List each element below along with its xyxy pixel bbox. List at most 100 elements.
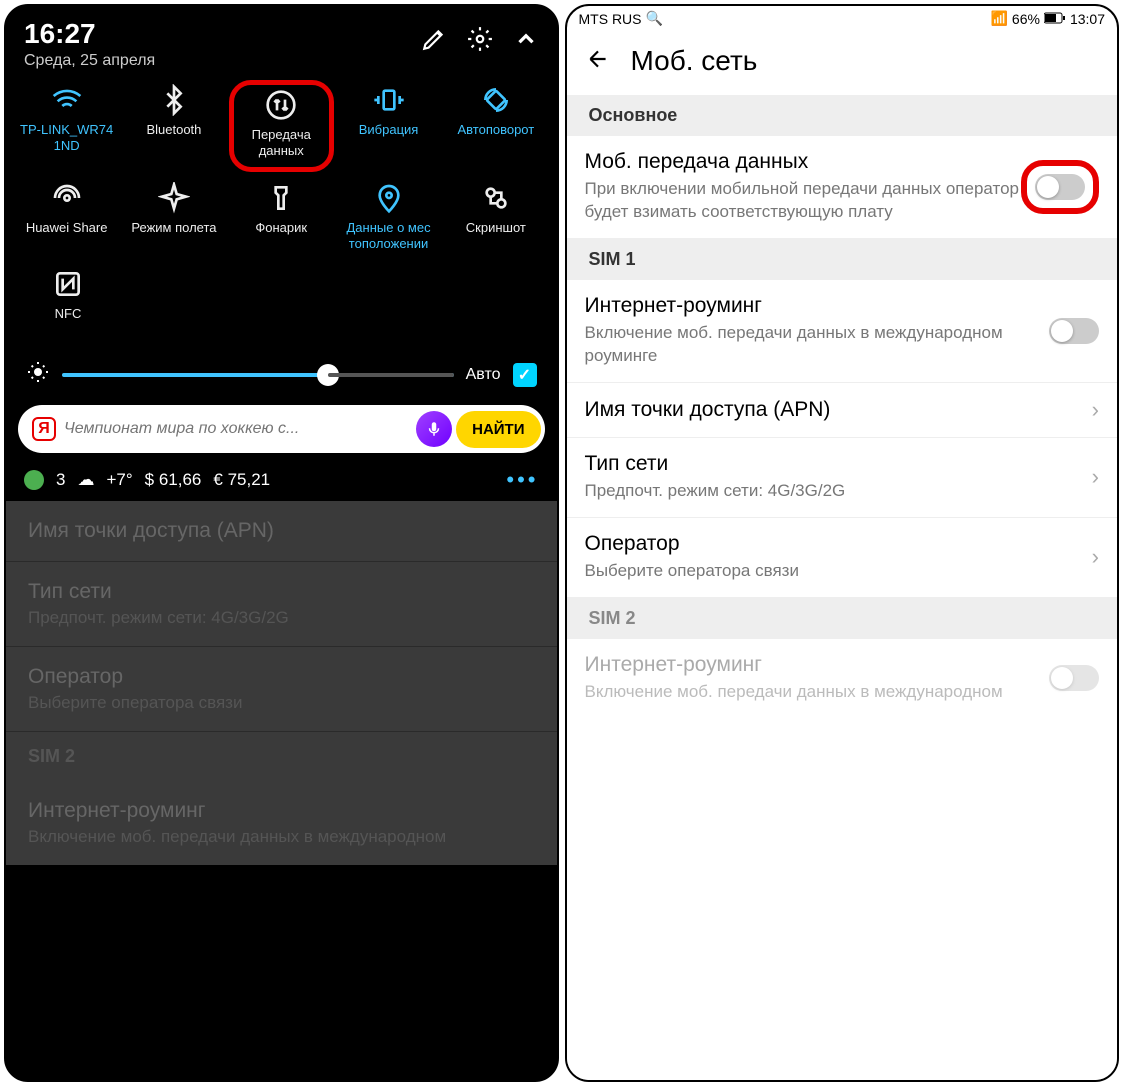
status-bar: MTS RUS 🔍 📶 66% 13:07: [567, 6, 1118, 31]
temperature: +7°: [106, 470, 132, 490]
item-text: Имя точки доступа (APN): [585, 398, 1092, 422]
auto-brightness-label: Авто: [466, 366, 501, 384]
mobile-data-toggle[interactable]: [1035, 174, 1085, 200]
tile-wifi[interactable]: TP-LINK_WR74 1ND: [14, 80, 119, 172]
quick-settings-row2: Huawei Share Режим полета Фонарик Данные…: [6, 172, 557, 264]
wifi-icon: [51, 84, 83, 116]
item-text: Тип сети Предпочт. режим сети: 4G/3G/2G: [585, 452, 1092, 503]
roaming-sim1-item[interactable]: Интернет-роуминг Включение моб. передачи…: [567, 280, 1118, 383]
section-main: Основное: [567, 95, 1118, 136]
phone-left-notification-panel: 16:27 Среда, 25 апреля TP-LINK_WR74 1ND …: [4, 4, 559, 1082]
signal-icon: 📶: [990, 10, 1007, 27]
find-button[interactable]: НАЙТИ: [456, 411, 540, 448]
item-text: Моб. передача данных При включении мобил…: [585, 150, 1022, 224]
search-input[interactable]: [56, 420, 416, 438]
voice-search-icon[interactable]: [416, 411, 452, 447]
item-title: Оператор: [28, 665, 535, 689]
status-bar: 16:27 Среда, 25 апреля: [6, 6, 557, 74]
item-subtitle: Выберите оператора связи: [585, 560, 1092, 583]
airplane-icon: [158, 182, 190, 214]
auto-brightness-checkbox[interactable]: ✓: [513, 363, 537, 387]
item-title: Интернет-роуминг: [585, 294, 1050, 318]
weather-icon: ☁: [77, 470, 94, 490]
operator-item[interactable]: Оператор Выберите оператора связи ›: [567, 518, 1118, 598]
roaming-sim1-toggle[interactable]: [1049, 318, 1099, 344]
operator-dimmed: Оператор Выберите оператора связи: [6, 647, 557, 732]
date-label: Среда, 25 апреля: [24, 52, 155, 70]
yandex-search-bar: Я НАЙТИ: [18, 405, 545, 453]
page-header: Моб. сеть: [567, 31, 1118, 95]
flashlight-icon: [265, 182, 297, 214]
screenshot-icon: [480, 182, 512, 214]
item-subtitle: Включение моб. передачи данных в междуна…: [585, 322, 1050, 368]
search-icon: 🔍: [646, 10, 663, 27]
chevron-up-icon[interactable]: [513, 26, 539, 57]
battery-icon: [1044, 11, 1066, 27]
tile-auto-rotate[interactable]: Автоповорот: [443, 80, 548, 172]
item-text: Интернет-роуминг Включение моб. передачи…: [585, 294, 1050, 368]
vibration-icon: [373, 84, 405, 116]
tile-label: Автоповорот: [457, 122, 534, 138]
item-subtitle: При включении мобильной передачи данных …: [585, 178, 1022, 224]
roaming-sim2-item: Интернет-роуминг Включение моб. передачи…: [567, 639, 1118, 718]
item-text: Оператор Выберите оператора связи: [585, 532, 1092, 583]
item-subtitle: Включение моб. передачи данных в междуна…: [585, 681, 1050, 704]
tile-screenshot[interactable]: Скриншот: [443, 178, 548, 264]
tile-label: TP-LINK_WR74 1ND: [20, 122, 113, 153]
chevron-right-icon: ›: [1092, 544, 1099, 570]
more-icon[interactable]: •••: [506, 467, 538, 493]
tile-mobile-data[interactable]: Передача данных: [229, 80, 334, 172]
carrier-label: MTS RUS: [579, 11, 642, 27]
item-subtitle: Выберите оператора связи: [28, 693, 535, 713]
chevron-right-icon: ›: [1092, 397, 1099, 423]
item-title: Оператор: [585, 532, 1092, 556]
share-icon: [51, 182, 83, 214]
apn-item[interactable]: Имя точки доступа (APN) ›: [567, 383, 1118, 438]
brightness-control: Авто ✓: [6, 350, 557, 399]
network-type-dimmed: Тип сети Предпочт. режим сети: 4G/3G/2G: [6, 562, 557, 647]
data-transfer-icon: [265, 89, 297, 121]
tile-label: Вибрация: [359, 122, 419, 138]
status-dot-icon: [24, 470, 44, 490]
location-icon: [373, 182, 405, 214]
apn-item-dimmed: Имя точки доступа (APN): [6, 501, 557, 562]
item-subtitle: Включение моб. передачи данных в междуна…: [28, 827, 535, 847]
item-text: Интернет-роуминг Включение моб. передачи…: [585, 653, 1050, 704]
item-title: Моб. передача данных: [585, 150, 1022, 174]
status-left: MTS RUS 🔍: [579, 10, 663, 27]
yandex-logo-icon[interactable]: Я: [32, 417, 56, 441]
tile-label: Фонарик: [255, 220, 307, 236]
item-title: Имя точки доступа (APN): [585, 398, 1092, 422]
tile-flashlight[interactable]: Фонарик: [229, 178, 334, 264]
item-title: Тип сети: [585, 452, 1092, 476]
usd-rate: $ 61,66: [145, 470, 202, 490]
tile-label: Передача данных: [234, 127, 329, 158]
battery-percent: 66%: [1012, 11, 1040, 27]
tile-label: Huawei Share: [26, 220, 108, 236]
phone-right-settings: MTS RUS 🔍 📶 66% 13:07 Моб. сеть Основное…: [565, 4, 1120, 1082]
item-subtitle: Предпочт. режим сети: 4G/3G/2G: [585, 480, 1092, 503]
tile-label: Режим полета: [131, 220, 216, 236]
tile-huawei-share[interactable]: Huawei Share: [14, 178, 119, 264]
item-title: Интернет-роуминг: [585, 653, 1050, 677]
bluetooth-icon: [158, 84, 190, 116]
mobile-data-item[interactable]: Моб. передача данных При включении мобил…: [567, 136, 1118, 239]
brightness-slider[interactable]: [62, 373, 454, 377]
clock-time: 13:07: [1070, 11, 1105, 27]
item-title: Тип сети: [28, 580, 535, 604]
tile-airplane[interactable]: Режим полета: [121, 178, 226, 264]
info-strip: 3 ☁ +7° $ 61,66 € 75,21 •••: [6, 459, 557, 501]
tile-nfc[interactable]: NFC: [14, 264, 122, 350]
dimmed-background: Имя точки доступа (APN) Тип сети Предпоч…: [6, 501, 557, 865]
gear-icon[interactable]: [467, 26, 493, 57]
back-arrow-icon[interactable]: [585, 46, 611, 77]
eur-rate: € 75,21: [213, 470, 270, 490]
edit-icon[interactable]: [421, 26, 447, 57]
page-title: Моб. сеть: [631, 45, 758, 77]
tile-vibration[interactable]: Вибрация: [336, 80, 441, 172]
tile-bluetooth[interactable]: Bluetooth: [121, 80, 226, 172]
tile-location[interactable]: Данные о мес тоположении: [336, 178, 441, 264]
clock-time: 16:27: [24, 18, 155, 50]
network-type-item[interactable]: Тип сети Предпочт. режим сети: 4G/3G/2G …: [567, 438, 1118, 518]
tile-label: Bluetooth: [146, 122, 201, 138]
